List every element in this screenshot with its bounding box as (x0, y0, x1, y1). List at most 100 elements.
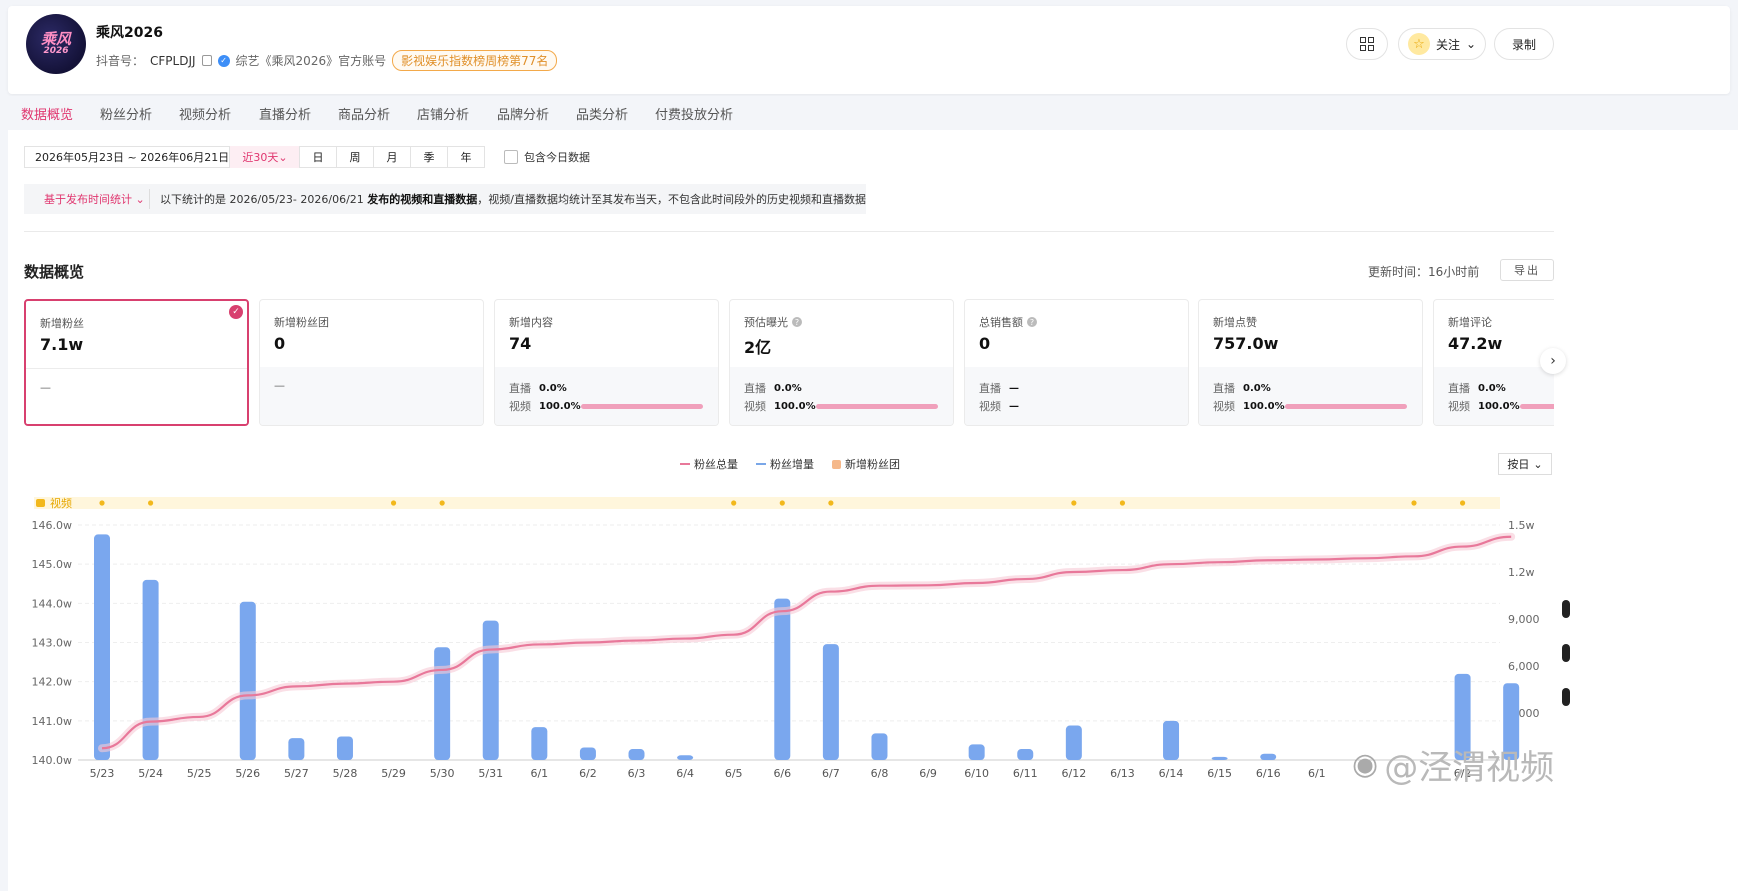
tab-overview[interactable]: 数据概览 (21, 104, 73, 123)
x-tick-label: 6/7 (822, 767, 840, 780)
include-today-label[interactable]: 包含今日数据 (524, 149, 590, 165)
chevron-down-icon: ⌄ (135, 193, 145, 206)
legend-item-total-fans[interactable]: 粉丝总量 (680, 456, 738, 472)
help-icon[interactable]: ? (1027, 317, 1037, 327)
tab-shop[interactable]: 店铺分析 (417, 104, 469, 123)
card-new-content[interactable]: 新增内容 74 直播 0.0% 视频 100.0% (494, 299, 719, 426)
bar-fan-increase (531, 727, 548, 760)
stat-basis-dropdown[interactable]: 基于发布时间统计 ⌄ (24, 191, 149, 207)
video-marker (1071, 500, 1077, 506)
follow-label: 关注 (1435, 37, 1460, 52)
legend-item-new-fan-club[interactable]: 新增粉丝团 (832, 456, 900, 472)
y-left-tick: 143.0w (32, 637, 73, 650)
bar-fan-increase (336, 736, 353, 760)
x-tick-label: 6/9 (919, 767, 937, 780)
analysis-tabs: 数据概览 粉丝分析 视频分析 直播分析 商品分析 店铺分析 品牌分析 品类分析 … (8, 96, 1730, 130)
bar-fan-increase (239, 601, 256, 760)
legend-label: 粉丝增量 (770, 458, 814, 471)
card-label: 总销售额 (979, 316, 1023, 329)
legend-line-icon (680, 463, 690, 465)
help-icon[interactable]: ? (792, 317, 802, 327)
card-value: 757.0w (1213, 334, 1279, 353)
qrcode-button[interactable] (1346, 28, 1388, 60)
rank-badge[interactable]: 影视娱乐指数榜周榜第77名 (392, 50, 558, 71)
period-month-button[interactable]: 月 (373, 146, 411, 168)
live-label: 直播 (744, 382, 766, 395)
tab-live[interactable]: 直播分析 (259, 104, 311, 123)
stat-filter-bar: 基于发布时间统计 ⌄ 以下统计的是 2026/05/23- 2026/06/21… (24, 184, 866, 214)
card-new-likes[interactable]: 新增点赞 757.0w 直播 0.0% 视频 100.0% (1198, 299, 1423, 426)
video-share-bar (1520, 403, 1554, 409)
side-tool-icon[interactable] (1562, 600, 1570, 618)
video-share-bar (581, 403, 703, 409)
follow-button[interactable]: ☆ 关注 ⌄ (1398, 28, 1486, 60)
x-tick-label: 5/24 (138, 767, 163, 780)
x-tick-label: 6/3 (628, 767, 646, 780)
granularity-value: 按日 (1507, 458, 1530, 471)
account-id-label: 抖音号： (96, 54, 145, 68)
live-share: 0.0% (1478, 382, 1506, 394)
card-total-sales[interactable]: 总销售额? 0 直播 — 视频 — (964, 299, 1189, 426)
card-est-exposure[interactable]: 预估曝光? 2亿 直播 0.0% 视频 100.0% (729, 299, 954, 426)
bar-fan-increase (142, 579, 159, 760)
period-30d-button[interactable]: 近30天 ⌄ (230, 146, 300, 168)
card-value: 47.2w (1448, 334, 1503, 353)
video-marker (828, 500, 834, 506)
x-tick-label: 6/1 (530, 767, 548, 780)
star-icon: ☆ (1407, 33, 1430, 55)
card-value: 0 (979, 334, 991, 353)
qrcode-icon (1360, 37, 1374, 51)
legend-square-icon (832, 459, 841, 469)
tab-paid-ads[interactable]: 付费投放分析 (655, 104, 733, 123)
copy-icon[interactable] (201, 55, 212, 66)
tab-brand[interactable]: 品牌分析 (497, 104, 549, 123)
period-week-button[interactable]: 周 (336, 146, 374, 168)
tab-category[interactable]: 品类分析 (576, 104, 628, 123)
weibo-logo-icon: ◉ (1352, 747, 1379, 782)
period-day-button[interactable]: 日 (299, 146, 337, 168)
card-label: 新增评论 (1448, 316, 1492, 329)
cards-next-button[interactable]: › (1540, 348, 1566, 374)
side-tool-icon[interactable] (1562, 688, 1570, 706)
include-today-checkbox[interactable] (504, 150, 518, 164)
x-tick-label: 6/8 (871, 767, 889, 780)
video-label: 视频 (979, 400, 1001, 413)
bar-fan-increase (871, 733, 888, 760)
side-tool-icon[interactable] (1562, 644, 1570, 662)
bar-fan-increase (434, 647, 451, 760)
video-icon (36, 499, 45, 507)
bar-fan-increase (482, 620, 499, 760)
granularity-select[interactable]: 按日 ⌄ (1498, 453, 1552, 475)
y-right-tick: 6,000 (1508, 660, 1540, 673)
live-share: 0.0% (774, 382, 802, 394)
date-range-picker[interactable]: 2026年05月23日 ~ 2026年06月21日 ⌄ (24, 146, 242, 168)
card-new-comments[interactable]: 新增评论 47.2w 直播 0.0% 视频 100.0% (1433, 299, 1554, 426)
card-value: 74 (509, 334, 532, 353)
avatar[interactable]: 乘风 2026 (26, 14, 86, 74)
video-share: 100.0% (539, 400, 581, 412)
legend-item-fan-increase[interactable]: 粉丝增量 (756, 456, 814, 472)
tab-goods[interactable]: 商品分析 (338, 104, 390, 123)
video-share-bar (816, 403, 938, 409)
record-button[interactable]: 录制 (1494, 28, 1554, 60)
x-tick-label: 6/16 (1256, 767, 1281, 780)
stat-note: 以下统计的是 2026/05/23- 2026/06/21 发布的视频和直播数据… (160, 191, 866, 207)
stat-note-prefix: 以下统计的是 2026/05/23- 2026/06/21 (160, 193, 364, 206)
video-share-bar (1285, 403, 1407, 409)
bar-fan-increase (774, 598, 791, 760)
card-new-fan-club[interactable]: 新增粉丝团 0 — (259, 299, 484, 426)
card-label: 新增粉丝 (40, 317, 84, 330)
divider (149, 189, 151, 209)
card-new-fans[interactable]: ✓ 新增粉丝 7.1w — (24, 299, 249, 426)
export-button[interactable]: 导出 (1500, 259, 1554, 281)
legend-label: 粉丝总量 (694, 458, 738, 471)
tab-video[interactable]: 视频分析 (179, 104, 231, 123)
period-year-button[interactable]: 年 (447, 146, 485, 168)
y-left-tick: 141.0w (32, 715, 73, 728)
x-tick-label: 6/4 (676, 767, 694, 780)
card-empty: — (40, 381, 51, 394)
period-quarter-button[interactable]: 季 (410, 146, 448, 168)
tab-fans[interactable]: 粉丝分析 (100, 104, 152, 123)
video-marker (99, 500, 105, 506)
x-tick-label: 6/14 (1159, 767, 1184, 780)
